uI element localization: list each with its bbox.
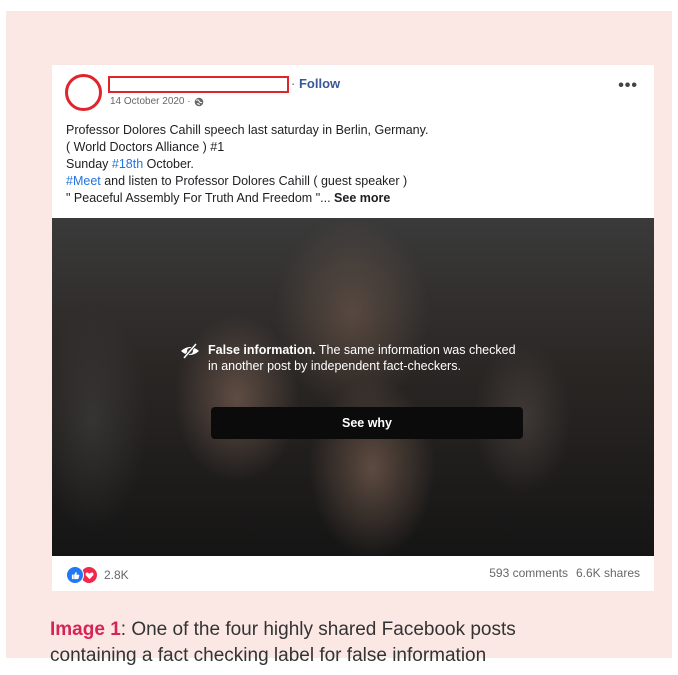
caption-text: : One of the four highly shared Facebook… xyxy=(120,619,516,640)
engagement-counts: 593 comments 6.6K shares xyxy=(489,566,640,580)
follow-label: Follow xyxy=(298,76,341,91)
reactions-summary[interactable]: 2.8K xyxy=(66,566,129,584)
post-text-fragment: and listen to Professor Dolores Cahill (… xyxy=(100,174,408,188)
hashtag-link[interactable]: #Meet xyxy=(66,174,101,188)
post-text-line: " Peaceful Assembly For Truth And Freedo… xyxy=(66,190,641,207)
follow-separator: · xyxy=(291,76,296,91)
figure-frame: · Follow 14 October 2020 · ••• Professor… xyxy=(6,11,672,666)
caption-line: Image 1: One of the four highly shared F… xyxy=(50,617,650,643)
post-text-line: Professor Dolores Cahill speech last sat… xyxy=(66,123,429,137)
post-text-line: #Meet and listen to Professor Dolores Ca… xyxy=(66,173,641,190)
like-icon xyxy=(66,566,84,584)
comments-count-link[interactable]: 593 comments xyxy=(489,566,568,580)
facebook-post-card: · Follow 14 October 2020 · ••• Professor… xyxy=(52,65,654,591)
post-text-line: Sunday #18th October. xyxy=(66,156,641,173)
see-why-button[interactable]: See why xyxy=(211,407,523,439)
post-date[interactable]: 14 October 2020 · xyxy=(110,96,191,107)
globe-icon xyxy=(194,97,203,106)
false-information-warning: False information. The same information … xyxy=(180,342,525,374)
redacted-author-name[interactable] xyxy=(108,76,289,93)
warning-title: False information. xyxy=(208,343,316,357)
post-text-fragment: October. xyxy=(143,157,194,171)
post-text: Professor Dolores Cahill speech last sat… xyxy=(66,122,641,207)
follow-link[interactable]: · Follow xyxy=(291,76,340,91)
caption-line: containing a fact checking label for fal… xyxy=(50,645,487,666)
post-text-fragment: " Peaceful Assembly For Truth And Freedo… xyxy=(66,191,335,205)
post-text-fragment: Sunday xyxy=(66,157,112,171)
post-stats-bar: 2.8K 593 comments 6.6K shares xyxy=(52,556,654,591)
figure-caption: Image 1: One of the four highly shared F… xyxy=(50,617,650,669)
post-meta: 14 October 2020 · xyxy=(110,96,204,107)
see-more-link[interactable]: See more xyxy=(334,191,390,205)
more-options-button[interactable]: ••• xyxy=(618,77,638,95)
warning-message: False information. The same information … xyxy=(208,342,525,374)
post-text-line: ( World Doctors Alliance ) #1 xyxy=(66,140,225,154)
reactions-count: 2.8K xyxy=(104,568,129,582)
shares-count-link[interactable]: 6.6K shares xyxy=(576,566,640,580)
hashtag-link[interactable]: #18th xyxy=(112,157,143,171)
blurred-video-media[interactable]: False information. The same information … xyxy=(52,218,654,556)
redacted-avatar[interactable] xyxy=(65,74,102,111)
warning-row: False information. The same information … xyxy=(180,342,525,374)
eye-slash-icon xyxy=(181,343,199,359)
caption-label: Image 1 xyxy=(50,619,121,640)
